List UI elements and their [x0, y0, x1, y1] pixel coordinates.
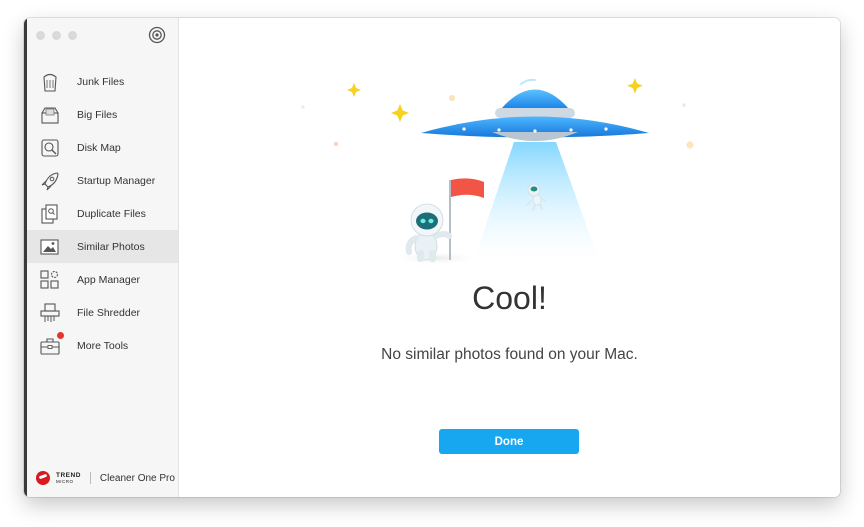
- sidebar-item-startup-manager[interactable]: Startup Manager: [27, 164, 178, 197]
- ufo-astronaut-illustration: [301, 78, 694, 265]
- shredder-icon: [39, 302, 61, 324]
- rocket-icon: [39, 170, 61, 192]
- disk-map-icon: [39, 137, 61, 159]
- app-manager-icon: [39, 269, 61, 291]
- sidebar-item-file-shredder[interactable]: File Shredder: [27, 296, 178, 329]
- star-icon: [347, 83, 361, 97]
- big-files-icon: [39, 104, 61, 126]
- window-controls: [36, 31, 77, 40]
- sidebar-item-label: File Shredder: [77, 306, 141, 319]
- sidebar-item-app-manager[interactable]: App Manager: [27, 263, 178, 296]
- done-button[interactable]: Done: [439, 429, 579, 454]
- sidebar-item-duplicate-files[interactable]: Duplicate Files: [27, 197, 178, 230]
- ufo-icon: [421, 78, 649, 141]
- sidebar-item-label: Big Files: [77, 108, 118, 121]
- trend-micro-logo-icon: [36, 471, 50, 485]
- duplicate-files-icon: [39, 203, 61, 225]
- brand-footer: TREND MICRO Cleaner One Pro: [36, 471, 175, 485]
- main-content: Cool! No similar photos found on your Ma…: [179, 18, 840, 497]
- zoom-window-button[interactable]: [68, 31, 77, 40]
- app-window: Junk Files Big Files Disk Map Startup Ma…: [24, 18, 840, 497]
- trash-can-icon: [39, 71, 61, 93]
- minimize-window-button[interactable]: [52, 31, 61, 40]
- sidebar-item-disk-map[interactable]: Disk Map: [27, 131, 178, 164]
- notification-badge: [57, 331, 64, 339]
- result-title: Cool!: [472, 280, 547, 316]
- sidebar-item-big-files[interactable]: Big Files: [27, 98, 178, 131]
- sidebar-item-label: App Manager: [77, 273, 141, 286]
- result-message: No similar photos found on your Mac.: [381, 346, 638, 363]
- star-icon: [391, 104, 409, 122]
- close-window-button[interactable]: [36, 31, 45, 40]
- product-name: Cleaner One Pro: [99, 472, 175, 484]
- star-icon: [627, 78, 643, 94]
- toolbox-icon: [39, 331, 64, 357]
- photo-icon: [39, 236, 61, 258]
- brand-divider: [89, 472, 91, 484]
- sidebar-item-label: More Tools: [77, 339, 129, 352]
- sidebar-item-label: Similar Photos: [77, 240, 145, 253]
- account-icon[interactable]: [148, 26, 166, 44]
- sidebar-item-junk-files[interactable]: Junk Files: [27, 65, 178, 98]
- sidebar-item-label: Disk Map: [77, 141, 121, 154]
- sidebar-item-similar-photos[interactable]: Similar Photos: [27, 230, 178, 263]
- sidebar-item-more-tools[interactable]: More Tools: [27, 329, 178, 362]
- sidebar-item-label: Startup Manager: [77, 174, 156, 187]
- sidebar-item-label: Junk Files: [77, 75, 125, 88]
- sidebar-item-label: Duplicate Files: [77, 207, 146, 220]
- sidebar: Junk Files Big Files Disk Map Startup Ma…: [24, 18, 179, 497]
- brand-logo-text: TREND MICRO: [56, 472, 81, 484]
- sidebar-nav: Junk Files Big Files Disk Map Startup Ma…: [27, 65, 178, 362]
